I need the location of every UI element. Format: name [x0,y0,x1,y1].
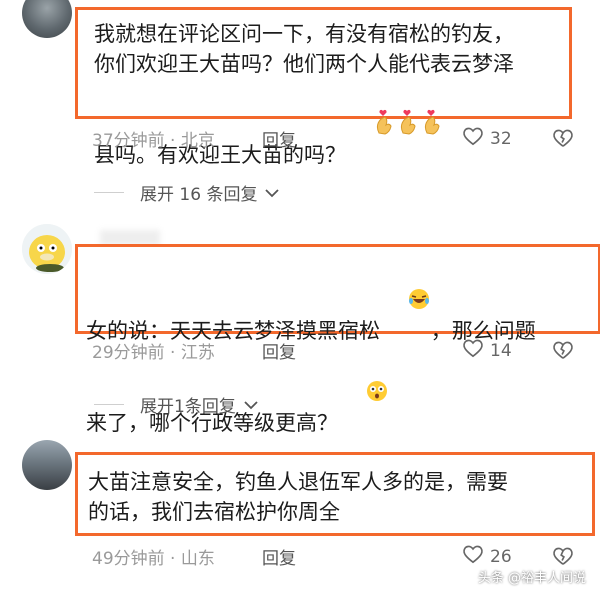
comment-text: 大苗注意安全，钓鱼人退伍军人多的是，需要 的话，我们去宿松护你周全 [88,470,508,524]
expand-replies-button[interactable]: 展开 16 条回复 [94,180,280,205]
user-avatar[interactable] [22,224,72,274]
comment-time-location: 49分钟前 · 山东 [92,549,215,569]
reply-button[interactable]: 回复 [262,544,296,569]
like-button[interactable]: 26 [462,544,512,569]
chevron-down-icon [265,183,280,203]
like-count: 26 [490,546,512,567]
watermark-text: 头条 @裕丰人间说 [477,571,586,586]
comment-body: 我就想在评论区问一下，有没有宿松的钓友， 你们欢迎王大苗吗？他们两个人能代表云梦… [75,7,572,167]
finger-heart-emoji [346,79,445,173]
reply-button[interactable]: 回复 [262,126,296,151]
like-button[interactable]: 32 [462,126,512,151]
divider-line [94,404,124,405]
comment-time-location: 37分钟前 · 北京 [92,131,215,151]
broken-heart-icon [552,129,574,152]
like-count: 14 [490,340,512,361]
dislike-button[interactable] [552,128,574,152]
user-avatar[interactable] [22,440,72,490]
like-count: 32 [490,128,512,149]
user-avatar[interactable] [22,0,72,38]
reply-button[interactable]: 回复 [262,338,296,363]
broken-heart-icon [552,341,574,364]
comment-body: 大苗注意安全，钓鱼人退伍军人多的是，需要 的话，我们去宿松护你周全 [75,452,595,536]
surprised-emoji [338,349,389,441]
heart-icon [462,544,484,569]
expand-replies-label: 展开 16 条回复 [140,185,258,205]
psyduck-avatar-icon [22,224,72,274]
dislike-button[interactable] [552,340,574,364]
laughing-crying-emoji [380,257,431,349]
chevron-down-icon [244,395,258,415]
comment-time-location: 29分钟前 · 江苏 [92,343,215,363]
expand-replies-label: 展开1条回复 [140,397,236,417]
heart-icon [462,126,484,151]
expand-replies-button[interactable]: 展开1条回复 [94,392,258,417]
divider-line [94,192,124,193]
comment-body: 女的说：天天去云梦泽摸黑宿松 ，那么问题 来了，哪个行政等级更高？ [75,244,600,435]
like-button[interactable]: 14 [462,338,512,363]
heart-icon [462,338,484,363]
